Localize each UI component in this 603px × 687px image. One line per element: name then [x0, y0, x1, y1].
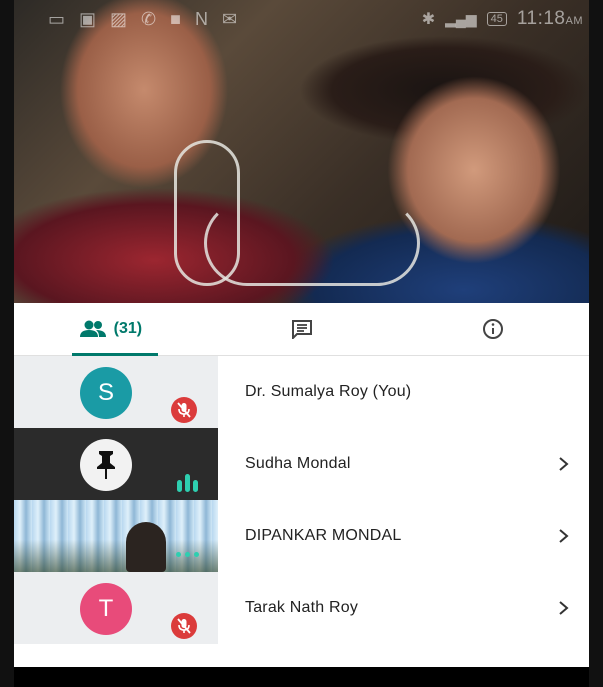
chat-icon	[291, 320, 312, 339]
chevron-right-icon[interactable]	[557, 456, 571, 472]
participant-name: Tarak Nath Roy	[245, 599, 359, 616]
participant-video-tile	[14, 500, 218, 572]
avatar: T	[80, 583, 132, 635]
participant-row[interactable]: Sudha Mondal	[14, 428, 589, 500]
screen-bottom-edge	[14, 667, 589, 687]
participant-name: Dr. Sumalya Roy (You)	[245, 383, 412, 400]
participant-tile: T	[14, 572, 218, 644]
tab-people[interactable]: (31)	[14, 303, 206, 356]
participant-row[interactable]: DIPANKAR MONDAL	[14, 500, 589, 572]
people-icon	[79, 320, 106, 337]
status-bar: ▭ ▣ ▨ ✆ ■ N ✉ ✱ ▂▄▆ 45 11:18AM	[14, 0, 589, 38]
avatar: S	[80, 367, 132, 419]
missed-call-icon: ✆	[141, 8, 157, 29]
image-icon: ▨	[110, 8, 128, 29]
mic-off-icon	[171, 397, 197, 423]
earphone-cord	[204, 200, 420, 286]
mail-icon: ✉	[222, 8, 238, 29]
participant-tile: S	[14, 356, 218, 428]
pin-icon	[97, 451, 115, 479]
mic-off-icon	[171, 613, 197, 639]
clock: 11:18AM	[516, 8, 583, 29]
participant-row[interactable]: T Tarak Nath Roy	[14, 572, 589, 644]
phone-frame-right	[589, 0, 603, 687]
signal-icon: ▂▄▆	[445, 10, 477, 27]
chevron-right-icon[interactable]	[557, 528, 571, 544]
message-icon: ▭	[48, 8, 66, 29]
more-dots-icon	[176, 552, 199, 557]
chevron-right-icon[interactable]	[557, 600, 571, 616]
battery-icon: 45	[486, 12, 507, 26]
participant-tile	[14, 428, 218, 500]
speaking-indicator-icon	[177, 474, 198, 492]
participant-row[interactable]: S Dr. Sumalya Roy (You)	[14, 356, 589, 428]
info-icon	[483, 319, 504, 339]
tab-chat[interactable]	[206, 303, 398, 355]
participant-name: Sudha Mondal	[245, 455, 351, 472]
participant-name: DIPANKAR MONDAL	[245, 527, 402, 544]
meet-screen: ▭ ▣ ▨ ✆ ■ N ✉ ✱ ▂▄▆ 45 11:18AM (31) S Dr…	[14, 0, 589, 687]
main-video-feed[interactable]: ▭ ▣ ▨ ✆ ■ N ✉ ✱ ▂▄▆ 45 11:18AM	[14, 0, 589, 303]
participant-video-person	[126, 522, 166, 572]
participant-list: S Dr. Sumalya Roy (You) Sudha Mondal DIP…	[14, 356, 589, 644]
notification-icons: ▭ ▣ ▨ ✆ ■ N ✉	[48, 9, 237, 30]
n-icon: N	[195, 8, 209, 29]
list-footer	[14, 644, 589, 664]
square-icon: ■	[170, 8, 182, 29]
status-right: ✱ ▂▄▆ 45 11:18AM	[422, 8, 583, 30]
gallery-icon: ▣	[79, 8, 97, 29]
tab-info[interactable]	[397, 303, 589, 355]
bluetooth-icon: ✱	[421, 11, 436, 28]
tab-bar: (31)	[14, 303, 589, 356]
phone-frame-left	[0, 0, 14, 687]
avatar	[80, 439, 132, 491]
participant-count: (31)	[113, 320, 143, 337]
